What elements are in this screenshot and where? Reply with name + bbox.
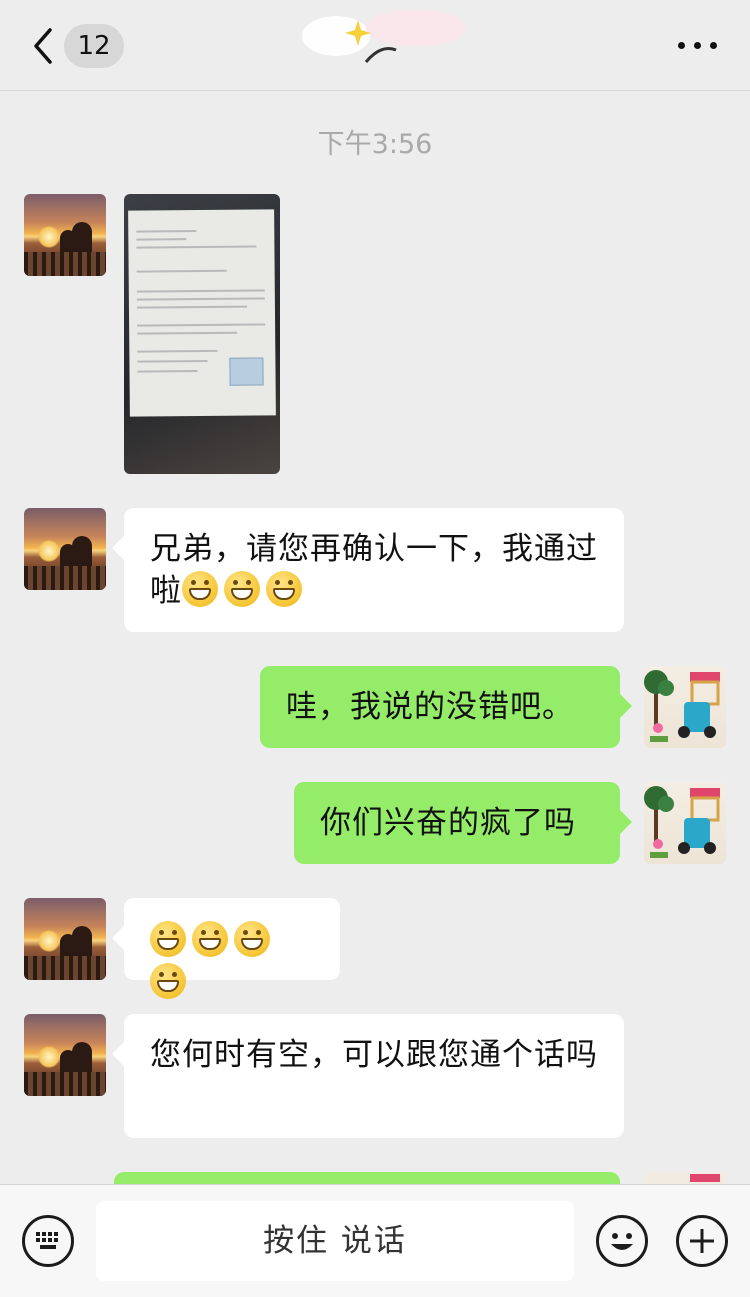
self-avatar-partial[interactable] xyxy=(644,1172,726,1184)
message-text: 哇，我说的没错吧。 xyxy=(286,689,574,725)
keyboard-icon xyxy=(36,1232,58,1249)
plus-icon xyxy=(690,1229,714,1253)
smiley-icon xyxy=(611,1233,633,1250)
grin-emoji xyxy=(150,921,186,957)
message-text: 您何时有空，可以跟您通个话吗 xyxy=(150,1037,598,1073)
self-avatar[interactable] xyxy=(644,666,726,748)
grin-emoji xyxy=(150,963,186,999)
message-bubble-incoming[interactable]: 您何时有空，可以跟您通个话吗 xyxy=(112,1014,624,1138)
chat-title-obscured xyxy=(296,6,466,66)
contact-avatar[interactable] xyxy=(24,898,106,980)
contact-avatar[interactable] xyxy=(24,508,106,590)
grin-emoji xyxy=(234,921,270,957)
shared-document-photo[interactable] xyxy=(124,194,280,474)
keyboard-toggle-button[interactable] xyxy=(22,1215,74,1267)
emoji-button[interactable] xyxy=(596,1215,648,1267)
lego-scene-image xyxy=(644,786,720,858)
chevron-left-icon xyxy=(34,28,52,64)
grin-emoji xyxy=(192,921,228,957)
document-image xyxy=(128,209,276,417)
input-toolbar: 按住 说话 xyxy=(0,1184,750,1297)
hold-to-talk-button[interactable]: 按住 说话 xyxy=(96,1201,574,1281)
message-bubble-outgoing-partial[interactable] xyxy=(114,1172,620,1184)
more-options-button[interactable] xyxy=(676,30,720,60)
message-text: 你们兴奋的疯了吗 xyxy=(320,805,576,841)
contact-avatar[interactable] xyxy=(24,1014,106,1096)
more-dot xyxy=(678,42,685,49)
more-dot xyxy=(694,42,701,49)
contact-avatar[interactable] xyxy=(24,194,106,276)
message-bubble-incoming[interactable]: 兄弟，请您再确认一下，我通过啦 xyxy=(112,508,624,632)
self-avatar[interactable] xyxy=(644,782,726,864)
lego-scene-image xyxy=(644,670,720,742)
grin-emoji xyxy=(266,571,302,607)
back-button[interactable] xyxy=(26,24,62,68)
message-bubble-incoming[interactable] xyxy=(112,898,340,999)
more-dot xyxy=(710,42,717,49)
grin-emoji xyxy=(224,571,260,607)
message-bubble-outgoing[interactable]: 你们兴奋的疯了吗 xyxy=(294,782,632,864)
message-bubble-outgoing[interactable]: 哇，我说的没错吧。 xyxy=(260,666,632,748)
message-timestamp: 下午3:56 xyxy=(317,129,433,160)
chat-header: 12 xyxy=(0,0,750,91)
message-text: 兄弟，请您再确认一下，我通过啦 xyxy=(150,531,598,609)
more-functions-button[interactable] xyxy=(676,1215,728,1267)
unread-count-badge[interactable]: 12 xyxy=(64,24,124,68)
grin-emoji xyxy=(182,571,218,607)
